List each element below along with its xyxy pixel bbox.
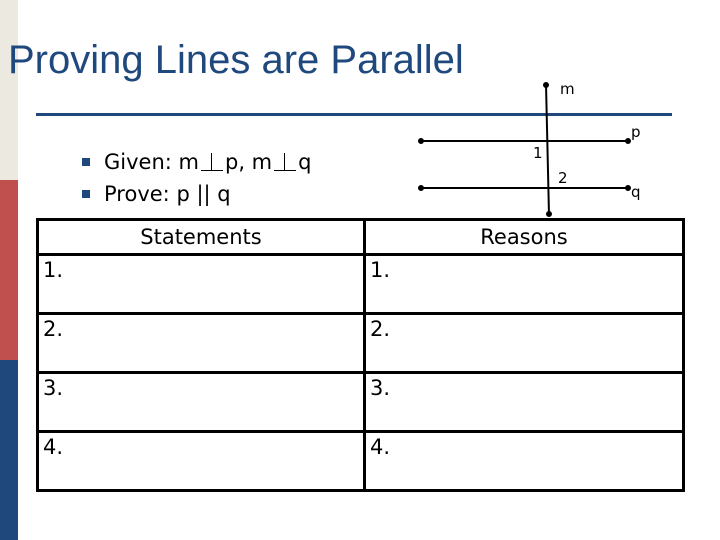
statement-cell[interactable]: 2. — [36, 312, 366, 374]
perpendicular-icon — [274, 153, 297, 171]
bullet-list: Given: m p, m q Prove: p || q — [82, 146, 311, 210]
label-p: p — [631, 123, 641, 141]
table-row: 2. 2. — [36, 312, 685, 374]
table-row: 4. 4. — [36, 430, 685, 492]
bullet-square-icon — [82, 158, 90, 166]
statement-cell[interactable]: 1. — [36, 253, 366, 315]
slide-title: Proving Lines are Parallel — [8, 38, 464, 82]
table-header-row: Statements Reasons — [36, 218, 685, 256]
line-p-left-point — [418, 138, 424, 144]
label-angle-2: 2 — [558, 169, 568, 187]
line-q-left-point — [418, 185, 424, 191]
perpendicular-icon — [201, 153, 223, 171]
table-row: 1. 1. — [36, 253, 685, 315]
given-mid: p, m — [225, 150, 273, 174]
transversal-m — [545, 83, 550, 216]
reason-cell[interactable]: 1. — [363, 253, 685, 315]
header-statements: Statements — [36, 218, 366, 256]
given-label: Given: — [104, 150, 172, 174]
bullet-square-icon — [82, 190, 90, 198]
two-column-proof-table: Statements Reasons 1. 1. 2. 2. 3. 3. 4. … — [36, 218, 685, 492]
bullet-given: Given: m p, m q — [82, 146, 311, 178]
prove-label: Prove: — [104, 182, 170, 206]
title-underline — [36, 113, 672, 116]
given-q: q — [298, 150, 312, 174]
label-angle-1: 1 — [533, 144, 543, 162]
prove-text: p || q — [176, 182, 231, 206]
given-m1: m — [178, 150, 199, 174]
line-q-right-point — [625, 185, 631, 191]
reason-cell[interactable]: 2. — [363, 312, 685, 374]
header-reasons: Reasons — [363, 218, 685, 256]
reason-cell[interactable]: 4. — [363, 430, 685, 492]
label-q: q — [631, 183, 641, 201]
sidebar-segment-blue — [0, 360, 18, 540]
line-m-top-point — [543, 82, 549, 88]
reason-cell[interactable]: 3. — [363, 371, 685, 433]
line-m-bottom-point — [546, 211, 552, 217]
table-row: 3. 3. — [36, 371, 685, 433]
label-m: m — [560, 80, 575, 98]
line-p-right-point — [625, 138, 631, 144]
bullet-prove: Prove: p || q — [82, 178, 311, 210]
statement-cell[interactable]: 4. — [36, 430, 366, 492]
statement-cell[interactable]: 3. — [36, 371, 366, 433]
sidebar-segment-red — [0, 180, 18, 360]
sidebar-segment-beige — [0, 0, 18, 180]
